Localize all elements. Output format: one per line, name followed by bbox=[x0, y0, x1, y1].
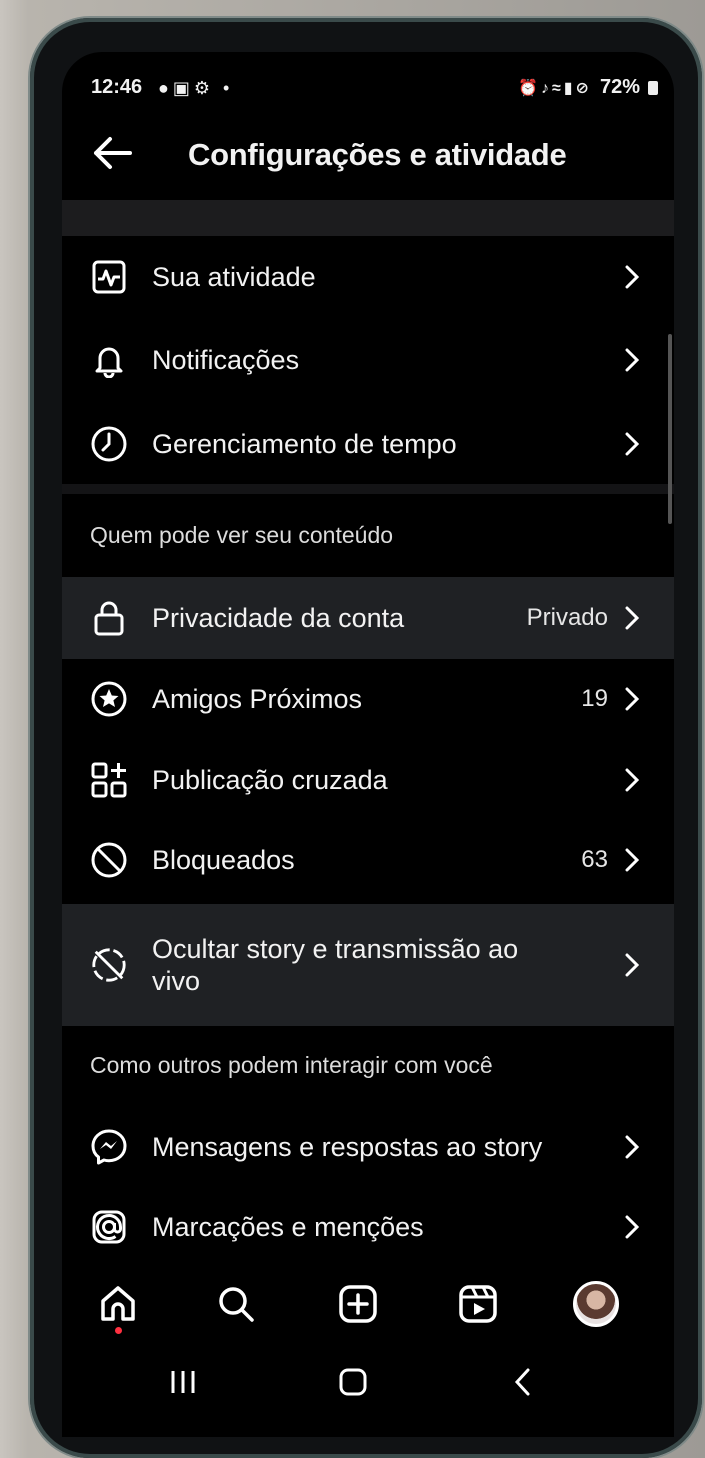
chevron-right-icon bbox=[624, 686, 640, 712]
chevron-right-icon bbox=[624, 767, 640, 793]
chevron-right-icon bbox=[624, 431, 640, 457]
chevron-right-icon bbox=[624, 847, 640, 873]
menu-item-time-management[interactable]: Gerenciamento de tempo bbox=[62, 404, 674, 484]
battery-percent: 72% bbox=[599, 76, 640, 98]
app-screen: 12:46 ●▣⚙ • ⏰♪≈▮⊘ 72% Configurações e at… bbox=[62, 52, 674, 1437]
menu-item-label: Ocultar story e transmissão ao vivo bbox=[152, 934, 519, 996]
partial-row-above bbox=[62, 200, 674, 236]
menu-item-account-privacy[interactable]: Privacidade da conta Privado bbox=[62, 577, 674, 659]
system-nav-bar bbox=[62, 1352, 674, 1412]
chevron-right-icon bbox=[624, 952, 640, 978]
menu-item-label: Sua atividade bbox=[152, 261, 316, 292]
menu-item-label: Amigos Próximos bbox=[152, 683, 363, 714]
home-icon[interactable] bbox=[92, 1278, 144, 1330]
status-right: ⏰♪≈▮⊘ 72% bbox=[518, 76, 658, 99]
grid-plus-icon bbox=[90, 761, 128, 799]
star-circle-icon bbox=[90, 680, 128, 718]
menu-item-hide-story[interactable]: Ocultar story e transmissão ao vivo bbox=[62, 904, 674, 1026]
at-sign-icon bbox=[90, 1208, 128, 1246]
menu-item-label: Gerenciamento de tempo bbox=[152, 428, 457, 459]
status-time: 12:46 bbox=[91, 76, 143, 98]
menu-item-label: Privacidade da conta bbox=[152, 602, 405, 633]
menu-item-blocked[interactable]: Bloqueados 63 bbox=[62, 820, 674, 900]
profile-avatar[interactable] bbox=[570, 1278, 622, 1330]
battery-icon bbox=[648, 80, 658, 95]
menu-item-label: Marcações e menções bbox=[152, 1211, 424, 1242]
menu-item-label: Notificações bbox=[152, 344, 300, 375]
page-title: Configurações e atividade bbox=[188, 137, 567, 172]
chevron-right-icon bbox=[624, 264, 640, 290]
lock-icon bbox=[90, 599, 128, 637]
avatar bbox=[573, 1281, 619, 1327]
search-icon[interactable] bbox=[210, 1278, 262, 1330]
back-arrow-icon[interactable] bbox=[88, 131, 136, 175]
menu-item-notifications[interactable]: Notificações bbox=[62, 320, 674, 400]
create-icon[interactable] bbox=[332, 1278, 384, 1330]
block-icon bbox=[90, 841, 128, 879]
menu-item-label: Bloqueados bbox=[152, 844, 295, 875]
signal-icons: ⏰♪≈▮⊘ bbox=[518, 79, 592, 97]
activity-icon bbox=[90, 258, 128, 296]
bottom-nav bbox=[62, 1272, 674, 1342]
back-nav-icon[interactable] bbox=[498, 1362, 548, 1402]
reels-icon[interactable] bbox=[452, 1278, 504, 1330]
status-bar: 12:46 ●▣⚙ • ⏰♪≈▮⊘ 72% bbox=[62, 74, 674, 110]
menu-item-tags-mentions[interactable]: Marcações e menções bbox=[62, 1187, 674, 1267]
notification-dot bbox=[115, 1327, 122, 1334]
menu-item-label: Mensagens e respostas ao story bbox=[152, 1131, 543, 1162]
home-button-icon[interactable] bbox=[328, 1362, 378, 1402]
menu-item-crossposting[interactable]: Publicação cruzada bbox=[62, 740, 674, 820]
hide-story-icon bbox=[90, 946, 128, 984]
menu-item-messages[interactable]: Mensagens e respostas ao story bbox=[62, 1107, 674, 1187]
recent-apps-icon[interactable] bbox=[158, 1362, 208, 1402]
privacy-value: Privado bbox=[526, 604, 608, 631]
messenger-icon bbox=[90, 1128, 128, 1166]
section-heading-visibility: Quem pode ver seu conteúdo bbox=[90, 522, 394, 548]
chevron-right-icon bbox=[624, 1214, 640, 1240]
chevron-right-icon bbox=[624, 1134, 640, 1160]
bell-icon bbox=[90, 341, 128, 379]
header: Configurações e atividade bbox=[62, 127, 674, 187]
menu-item-activity[interactable]: Sua atividade bbox=[62, 237, 674, 317]
clock-icon bbox=[90, 425, 128, 463]
menu-item-label: Publicação cruzada bbox=[152, 764, 388, 795]
close-friends-count: 19 bbox=[581, 685, 608, 712]
chevron-right-icon bbox=[624, 605, 640, 631]
menu-item-close-friends[interactable]: Amigos Próximos 19 bbox=[62, 659, 674, 739]
section-divider bbox=[62, 484, 674, 494]
section-heading-interaction: Como outros podem interagir com você bbox=[90, 1052, 493, 1078]
scrollbar[interactable] bbox=[668, 334, 672, 524]
notification-icons: ●▣⚙ • bbox=[158, 78, 234, 98]
blocked-count: 63 bbox=[581, 846, 608, 873]
chevron-right-icon bbox=[624, 347, 640, 373]
